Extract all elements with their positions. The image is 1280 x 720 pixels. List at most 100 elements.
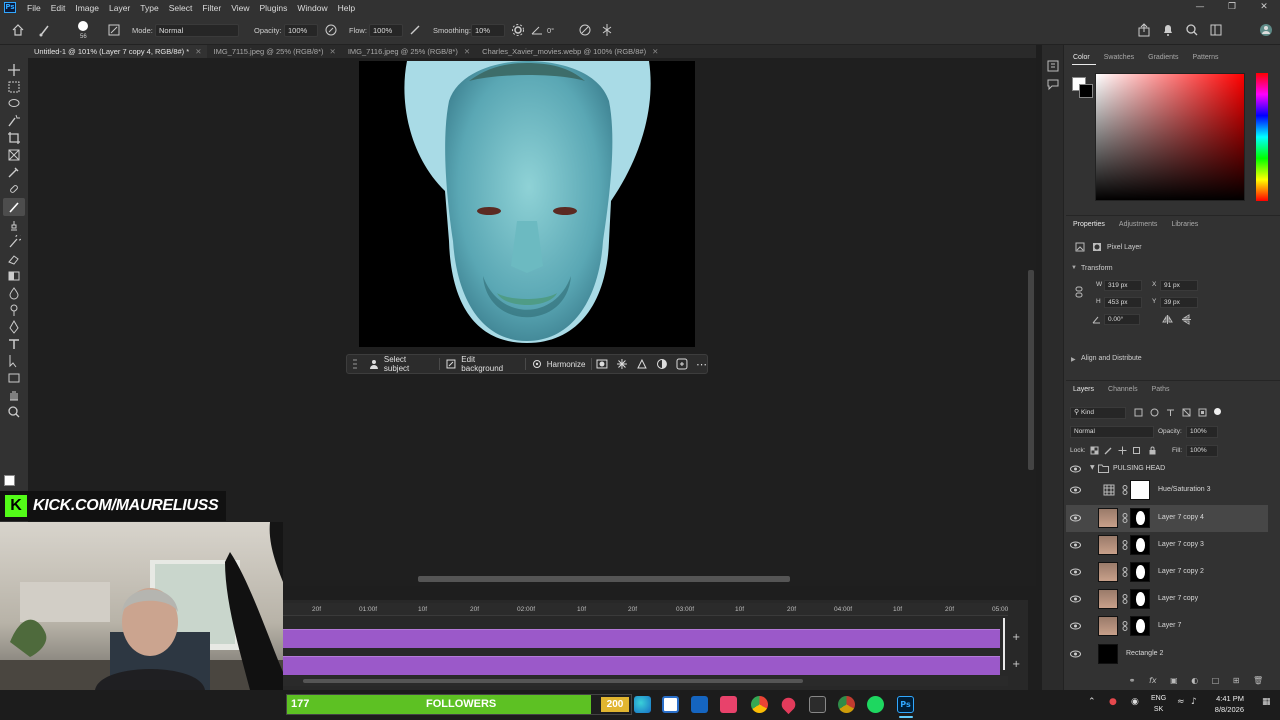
blend-mode-select[interactable]: Normal (1070, 426, 1154, 438)
add-mask-icon[interactable]: ▣ (1170, 676, 1178, 685)
symmetry-icon[interactable] (600, 23, 614, 37)
filter-type-icon[interactable] (1166, 408, 1175, 417)
visibility-eye-icon[interactable] (1070, 649, 1081, 659)
link-layers-icon[interactable]: ⚭ (1129, 676, 1136, 685)
layer-row[interactable]: Layer 7 copy 3 (1066, 532, 1268, 559)
gradient-tool-icon[interactable] (7, 269, 21, 283)
minimize-icon[interactable]: — (1184, 0, 1216, 15)
transform-icon[interactable] (636, 358, 648, 370)
menu-help[interactable]: Help (333, 3, 360, 13)
document-canvas[interactable] (359, 61, 695, 347)
brush-tool-icon[interactable] (38, 23, 52, 37)
vertical-scrollbar[interactable] (1028, 270, 1034, 470)
angle-value[interactable]: 0° (547, 26, 554, 35)
tab-patterns[interactable]: Patterns (1185, 51, 1225, 65)
lock-position-icon[interactable] (1118, 446, 1127, 455)
menu-filter[interactable]: Filter (197, 3, 226, 13)
eraser-tool-icon[interactable] (7, 252, 21, 266)
layer-mask-thumbnail[interactable] (1130, 535, 1150, 555)
tab-img-7115[interactable]: IMG_7115.jpeg @ 25% (RGB/8*) ✕ (207, 45, 341, 58)
width-input[interactable]: 319 px (1104, 280, 1142, 291)
pen-tool-icon[interactable] (7, 320, 21, 334)
visibility-eye-icon[interactable] (1070, 513, 1081, 523)
tab-channels[interactable]: Channels (1101, 383, 1145, 397)
align-collapse-icon[interactable]: ▶ (1071, 356, 1076, 363)
hue-slider[interactable] (1256, 73, 1268, 201)
link-chain-icon[interactable] (1122, 621, 1128, 631)
move-tool-icon[interactable] (7, 63, 21, 77)
new-adjustment-layer-icon[interactable]: ◐ (1191, 676, 1198, 685)
layer-row[interactable]: Layer 7 (1066, 613, 1268, 640)
airbrush-icon[interactable] (408, 23, 422, 37)
notification-center-icon[interactable]: ▦ (1262, 697, 1271, 707)
clone-stamp-tool-icon[interactable] (7, 218, 21, 232)
menu-layer[interactable]: Layer (104, 3, 135, 13)
tab-adjustments[interactable]: Adjustments (1112, 218, 1165, 232)
pressure-size-icon[interactable] (578, 23, 592, 37)
tab-swatches[interactable]: Swatches (1097, 51, 1141, 65)
flip-vertical-icon[interactable] (1181, 314, 1192, 325)
history-panel-icon[interactable] (1046, 59, 1060, 73)
link-proportions-icon[interactable] (1074, 286, 1084, 298)
more-options-icon[interactable]: ⋯ (696, 358, 707, 371)
layer-mask-thumbnail[interactable] (1130, 562, 1150, 582)
link-chain-icon[interactable] (1122, 567, 1128, 577)
spotify-icon[interactable] (867, 696, 884, 713)
layer-mask-thumbnail[interactable] (1130, 589, 1150, 609)
timeline-clip-track[interactable] (283, 629, 1000, 648)
layer-thumbnail[interactable] (1098, 562, 1118, 582)
playhead[interactable] (1003, 618, 1005, 670)
color-picker-field[interactable] (1095, 73, 1245, 201)
visibility-eye-icon[interactable] (1070, 567, 1081, 577)
link-chain-icon[interactable] (1122, 513, 1128, 523)
photoshop-taskbar-icon[interactable]: Ps (897, 696, 914, 713)
menu-edit[interactable]: Edit (46, 3, 71, 13)
layer-filter-kind-select[interactable]: ⚲ Kind (1070, 407, 1126, 419)
workspace-icon[interactable] (1209, 23, 1223, 37)
close-tab-icon[interactable]: ✕ (464, 47, 470, 56)
fill-input[interactable]: 100% (1186, 445, 1218, 457)
wifi-icon[interactable]: ≈ (1177, 697, 1185, 707)
tab-charles-xavier[interactable]: Charles_Xavier_movies.webp @ 100% (RGB/8… (476, 45, 664, 58)
menu-file[interactable]: File (22, 3, 46, 13)
pressure-opacity-icon[interactable] (324, 23, 338, 37)
marquee-tool-icon[interactable] (7, 80, 21, 94)
new-layer-icon[interactable]: ⊞ (1233, 676, 1240, 685)
layer-thumbnail[interactable] (1098, 508, 1118, 528)
filter-smart-object-icon[interactable] (1198, 408, 1207, 417)
object-selection-tool-icon[interactable] (7, 114, 21, 128)
tab-properties[interactable]: Properties (1066, 218, 1112, 232)
home-icon[interactable] (11, 23, 25, 37)
visibility-eye-icon[interactable] (1070, 485, 1081, 495)
path-selection-tool-icon[interactable] (7, 354, 21, 368)
lasso-tool-icon[interactable] (7, 97, 21, 111)
close-tab-icon[interactable]: ✕ (330, 47, 336, 56)
outlook-icon[interactable] (691, 696, 708, 713)
zoom-tool-icon[interactable] (7, 405, 21, 419)
layer-row[interactable]: Layer 7 copy (1066, 586, 1268, 613)
filter-adjustment-icon[interactable] (1150, 408, 1159, 417)
microphone-icon[interactable]: ◉ (1131, 697, 1139, 707)
new-adjustment-icon[interactable] (676, 358, 688, 370)
opacity-input[interactable]: 100% (284, 24, 318, 37)
type-tool-icon[interactable] (7, 337, 21, 351)
layer-group-row[interactable]: ▼ PULSING HEAD (1066, 462, 1268, 476)
layer-style-fx-icon[interactable]: fx (1149, 676, 1157, 685)
group-expand-icon[interactable]: ▼ (1090, 464, 1095, 471)
chevron-up-icon[interactable]: ⌃ (1088, 697, 1096, 707)
input-language[interactable]: ENG SK (1151, 693, 1166, 715)
search-icon[interactable] (1185, 23, 1199, 37)
layer-thumbnail[interactable] (1098, 535, 1118, 555)
close-icon[interactable]: ✕ (1248, 0, 1280, 15)
tab-img-7116[interactable]: IMG_7116.jpeg @ 25% (RGB/8*) ✕ (342, 45, 476, 58)
lock-all-icon[interactable] (1148, 446, 1157, 455)
edit-background-button[interactable]: Edit background (440, 355, 524, 373)
height-input[interactable]: 453 px (1104, 297, 1142, 308)
mask-icon[interactable] (596, 358, 608, 370)
close-tab-icon[interactable]: ✕ (195, 47, 201, 56)
rectangle-tool-icon[interactable] (7, 371, 21, 385)
tab-layers[interactable]: Layers (1066, 383, 1101, 397)
new-group-icon[interactable]: □ (1212, 676, 1220, 685)
blur-tool-icon[interactable] (7, 286, 21, 300)
chrome-profile-icon[interactable] (838, 696, 855, 713)
